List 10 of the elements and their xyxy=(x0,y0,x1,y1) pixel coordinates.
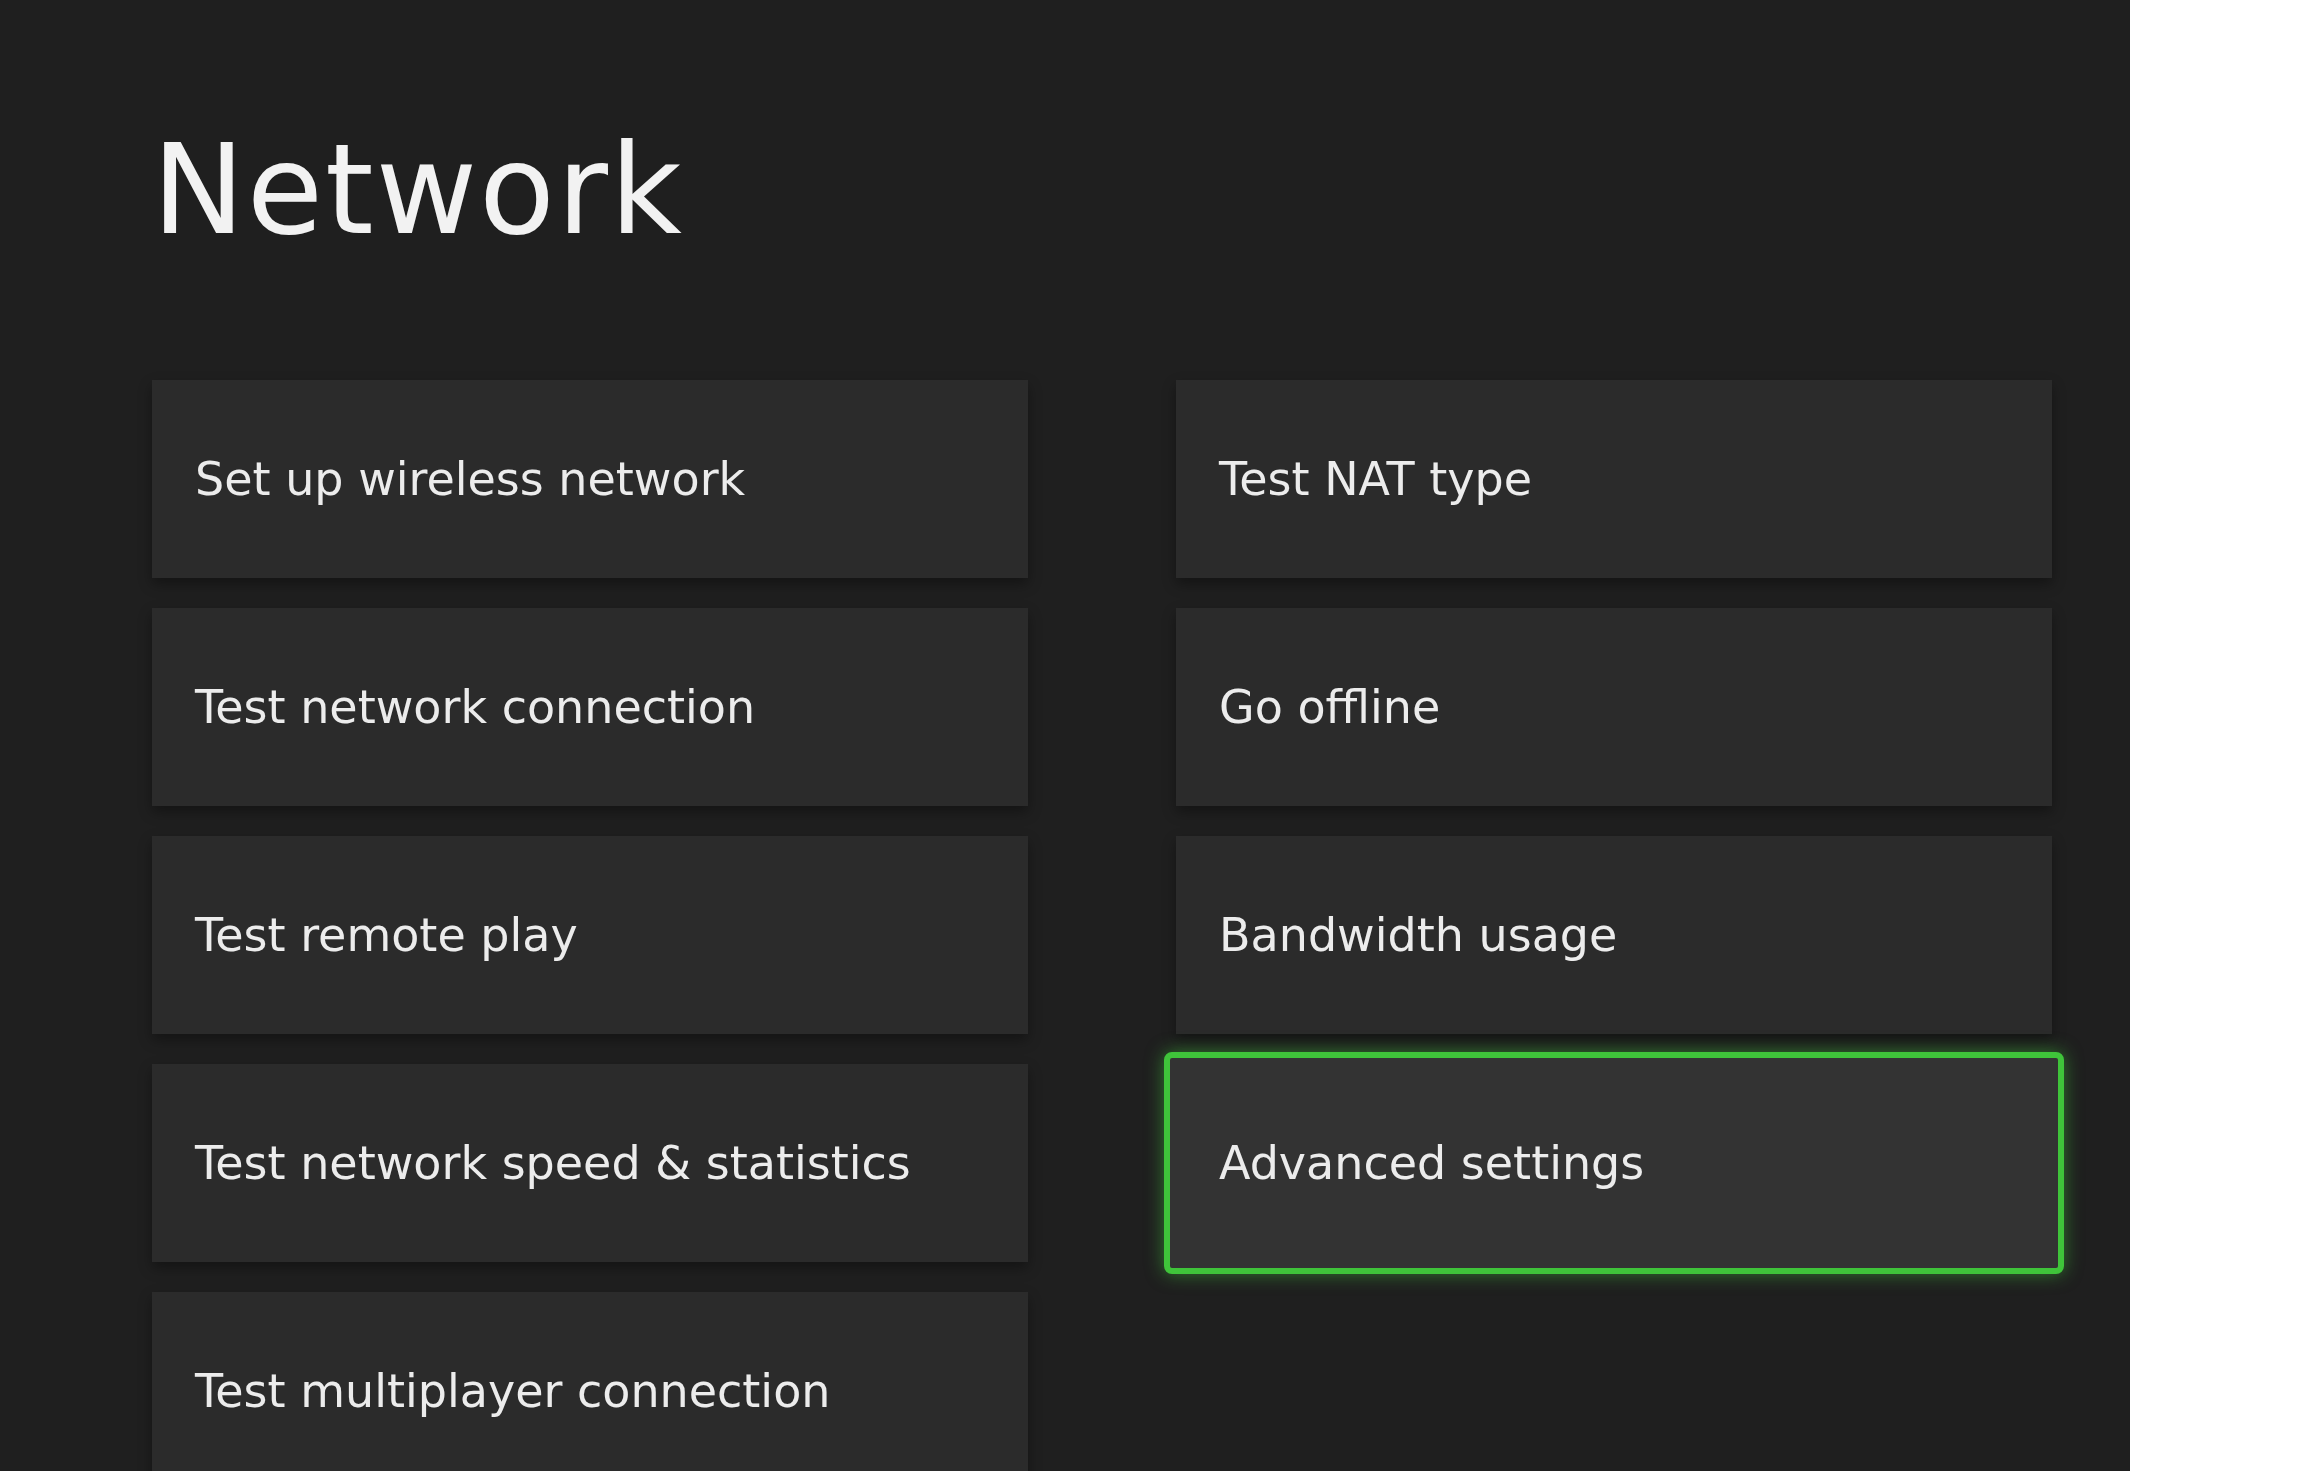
page-title: Network xyxy=(152,128,685,252)
menu-tile[interactable]: Advanced settings xyxy=(1164,1052,2064,1274)
menu-tile[interactable]: Test network connection xyxy=(152,608,1028,806)
menu-tile[interactable]: Test network speed & statistics xyxy=(152,1064,1028,1262)
menu-tile[interactable]: Test NAT type xyxy=(1176,380,2052,578)
menu-tile[interactable]: Set up wireless network xyxy=(152,380,1028,578)
menu-tile[interactable]: Bandwidth usage xyxy=(1176,836,2052,1034)
menu-tile[interactable]: Test remote play xyxy=(152,836,1028,1034)
menu-tile[interactable]: Go offline xyxy=(1176,608,2052,806)
menu-tile[interactable]: Test multiplayer connection xyxy=(152,1292,1028,1471)
